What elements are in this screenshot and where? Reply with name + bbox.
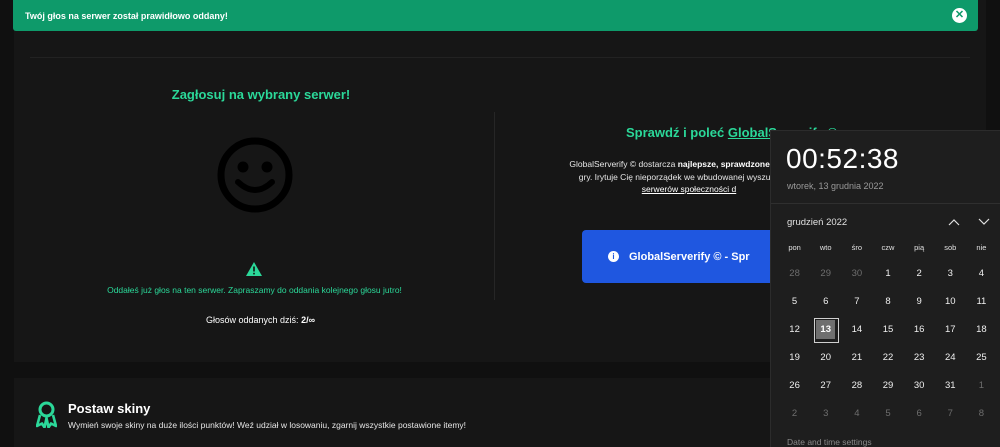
calendar-day[interactable]: 31 [935,372,966,400]
calendar-day[interactable]: 23 [904,344,935,372]
calendar-day[interactable]: 1 [966,372,997,400]
skins-description: Wymień swoje skiny na duże ilości punktó… [68,420,467,430]
info-icon: i [608,251,619,262]
weekday-header: pon wto śro czw pią sob nie [779,243,997,252]
calendar-day[interactable]: 24 [935,344,966,372]
calendar-day[interactable]: 6 [810,288,841,316]
column-divider [494,112,495,300]
calendar-day[interactable]: 3 [935,260,966,288]
calendar-day[interactable]: 6 [904,400,935,428]
calendar-day[interactable]: 28 [779,260,810,288]
calendar-day-label: 13 [816,320,836,339]
calendar-day[interactable]: 15 [872,316,903,344]
warning-triangle-icon [246,262,262,276]
calendar-day-today[interactable]: 13 [810,316,841,344]
calendar-day[interactable]: 26 [779,372,810,400]
chevron-up-icon[interactable] [947,215,961,227]
promo-servers-link[interactable]: serwerów społeczności d [642,184,736,194]
globalserverify-button-label: GlobalServerify © - Spr [629,250,750,263]
calendar-day[interactable]: 18 [966,316,997,344]
skins-title: Postaw skiny [68,401,151,416]
calendar-day[interactable]: 30 [904,372,935,400]
award-ribbon-icon [36,401,57,428]
calendar-day[interactable]: 19 [779,344,810,372]
toast-message: Twój głos na serwer został prawidłowo od… [25,10,228,21]
calendar-day[interactable]: 22 [872,344,903,372]
calendar-day[interactable]: 10 [935,288,966,316]
calendar-day[interactable]: 4 [966,260,997,288]
calendar-day[interactable]: 4 [841,400,872,428]
vote-title: Zagłosuj na wybrany serwer! [171,87,351,102]
weekday-label: nie [976,243,987,252]
calendar-day[interactable]: 17 [935,316,966,344]
calendar-day[interactable]: 5 [779,288,810,316]
calendar-flyout: 00:52:38 wtorek, 13 grudnia 2022 grudzie… [770,130,1000,447]
calendar-day[interactable]: 14 [841,316,872,344]
weekday-label: czw [881,243,895,252]
calendar-day[interactable]: 16 [904,316,935,344]
weekday-label: wto [819,243,832,252]
promo-title-text: Sprawdź i poleć [626,125,728,140]
calendar-day[interactable]: 7 [841,288,872,316]
clock-date[interactable]: wtorek, 13 grudnia 2022 [787,181,884,191]
votes-today: Głosów oddanych dziś: 2/∞ [0,315,521,325]
calendar-day[interactable]: 20 [810,344,841,372]
promo-line-1-text: GlobalServerify © dostarcza [569,159,678,169]
calendar-day[interactable]: 1 [872,260,903,288]
vote-status-message: Oddałeś już głos na ten serwer. Zaprasza… [107,285,402,295]
success-toast: Twój głos na serwer został prawidłowo od… [13,0,978,31]
calendar-day[interactable]: 29 [810,260,841,288]
weekday-label: śro [851,243,863,252]
close-icon[interactable]: ✕ [952,8,967,23]
weekday-label: pią [914,243,925,252]
calendar-day[interactable]: 2 [779,400,810,428]
calendar-day[interactable]: 8 [966,400,997,428]
calendar-day[interactable]: 8 [872,288,903,316]
votes-today-value: 2/∞ [301,315,315,325]
calendar-day[interactable]: 5 [872,400,903,428]
calendar-day[interactable]: 25 [966,344,997,372]
panel-divider [30,57,970,58]
calendar-day[interactable]: 28 [841,372,872,400]
calendar-day[interactable]: 9 [904,288,935,316]
smiley-face-icon [217,137,293,213]
votes-today-label: Głosów oddanych dziś: [206,315,299,325]
weekday-label: sob [944,243,957,252]
weekday-label: pon [788,243,801,252]
calendar-day[interactable]: 7 [935,400,966,428]
calendar-day[interactable]: 2 [904,260,935,288]
chevron-down-icon[interactable] [977,215,991,227]
calendar-day[interactable]: 12 [779,316,810,344]
calendar-day[interactable]: 29 [872,372,903,400]
calendar-day[interactable]: 11 [966,288,997,316]
calendar-day[interactable]: 21 [841,344,872,372]
calendar-days: 28 29 30 1 2 3 4 5 6 7 8 9 10 11 12 13 14 15 16 17 18 19 20 21 2… [779,260,997,428]
date-time-settings-link[interactable]: Date and time settings [787,437,872,447]
calendar-day[interactable]: 30 [841,260,872,288]
calendar-day[interactable]: 27 [810,372,841,400]
calendar-day[interactable]: 3 [810,400,841,428]
clock-time: 00:52:38 [786,143,899,174]
calendar-month[interactable]: grudzień 2022 [787,217,847,228]
flyout-divider [771,203,1000,204]
